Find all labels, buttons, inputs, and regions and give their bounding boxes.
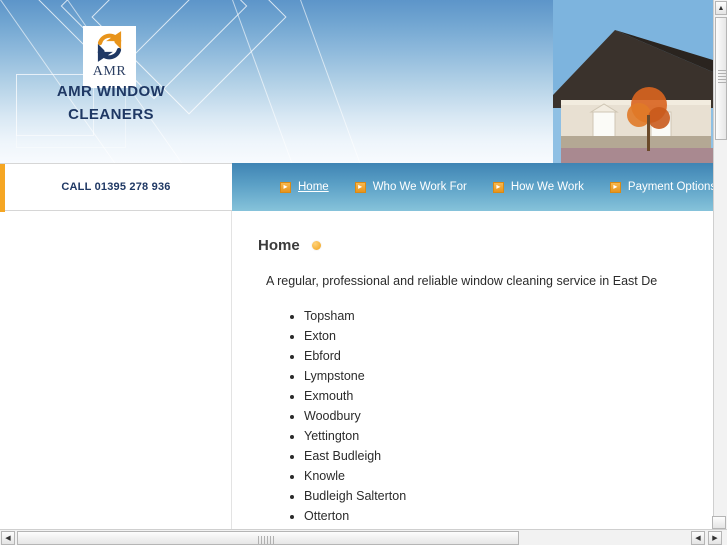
house-photo <box>553 0 713 163</box>
nav-item-who-we-work-for[interactable]: ▸ Who We Work For <box>354 181 467 193</box>
nav-item-payment-options[interactable]: ▸ Payment Options <box>609 181 713 193</box>
horizontal-scrollbar-thumb[interactable] <box>17 531 519 545</box>
arrow-right-icon: ▸ <box>354 181 366 193</box>
vertical-scrollbar-thumb[interactable] <box>715 17 727 140</box>
browser-viewport: AMR AMR WINDOW CLEANERS CALL 01395 278 9… <box>0 0 713 529</box>
list-item: Otterton <box>304 506 713 526</box>
list-item: Woodbury <box>304 406 713 426</box>
list-item: Budleigh Salterton <box>304 486 713 506</box>
list-item: Topsham <box>304 306 713 326</box>
nav-label: Who We Work For <box>372 181 467 193</box>
site-header-banner: AMR AMR WINDOW CLEANERS <box>0 0 713 163</box>
logo-wordmark: AMR <box>92 64 127 79</box>
main-navigation: ▸ Home ▸ Who We Work For ▸ How We Work ▸… <box>232 163 713 211</box>
horizontal-scrollbar[interactable]: ◀ ◀ ▶ <box>0 529 727 545</box>
list-item: Exton <box>304 326 713 346</box>
main-content: Home A regular, professional and reliabl… <box>232 211 713 529</box>
site-logo[interactable]: AMR <box>83 26 136 88</box>
page-body: Home A regular, professional and reliabl… <box>0 211 713 529</box>
brand-name: AMR WINDOW CLEANERS <box>0 80 222 126</box>
list-item: Knowle <box>304 466 713 486</box>
intro-paragraph: A regular, professional and reliable win… <box>266 274 658 288</box>
scroll-left-button-secondary[interactable]: ◀ <box>691 531 705 545</box>
scrollbar-grip-icon <box>258 536 274 544</box>
nav-label: Home <box>298 181 329 193</box>
nav-item-how-we-work[interactable]: ▸ How We Work <box>492 181 584 193</box>
brand-line-1: AMR WINDOW <box>56 83 166 100</box>
nav-label: Payment Options <box>627 181 713 193</box>
list-item: Yettington <box>304 426 713 446</box>
arrow-right-icon: ▸ <box>492 181 504 193</box>
nav-item-home[interactable]: ▸ Home <box>280 181 329 193</box>
call-box: CALL 01395 278 936 <box>0 163 232 212</box>
arrow-right-icon: ▸ <box>280 181 291 193</box>
list-item: Lympstone <box>304 366 713 386</box>
list-item: Ebford <box>304 346 713 366</box>
arrow-right-icon: ▸ <box>609 181 621 193</box>
bullet-dot-icon <box>310 240 322 251</box>
scroll-right-button[interactable]: ▶ <box>708 531 722 545</box>
nav-strip: CALL 01395 278 936 ▸ Home ▸ Who We Work … <box>0 163 713 212</box>
list-item: East Budleigh <box>304 446 713 466</box>
phone-number: CALL 01395 278 936 <box>61 181 171 193</box>
scrollbar-grip-icon <box>718 70 726 84</box>
nav-label: How We Work <box>510 181 584 193</box>
scroll-up-button[interactable]: ▲ <box>715 1 727 15</box>
window-resize-grip[interactable] <box>712 516 726 529</box>
page-title-text: Home <box>258 237 300 254</box>
decorative-line-4 <box>300 0 387 163</box>
service-area-list: Topsham Exton Ebford Lympstone Exmouth W… <box>304 306 713 526</box>
left-sidebar <box>0 211 232 529</box>
brand-line-2: CLEANERS <box>68 106 154 123</box>
scroll-left-button[interactable]: ◀ <box>1 531 15 545</box>
recycle-arrows-icon <box>93 30 126 63</box>
vertical-scrollbar[interactable]: ▲ <box>713 0 727 529</box>
orange-accent-bar <box>0 164 5 212</box>
page-title: Home <box>258 237 713 254</box>
list-item: Exmouth <box>304 386 713 406</box>
